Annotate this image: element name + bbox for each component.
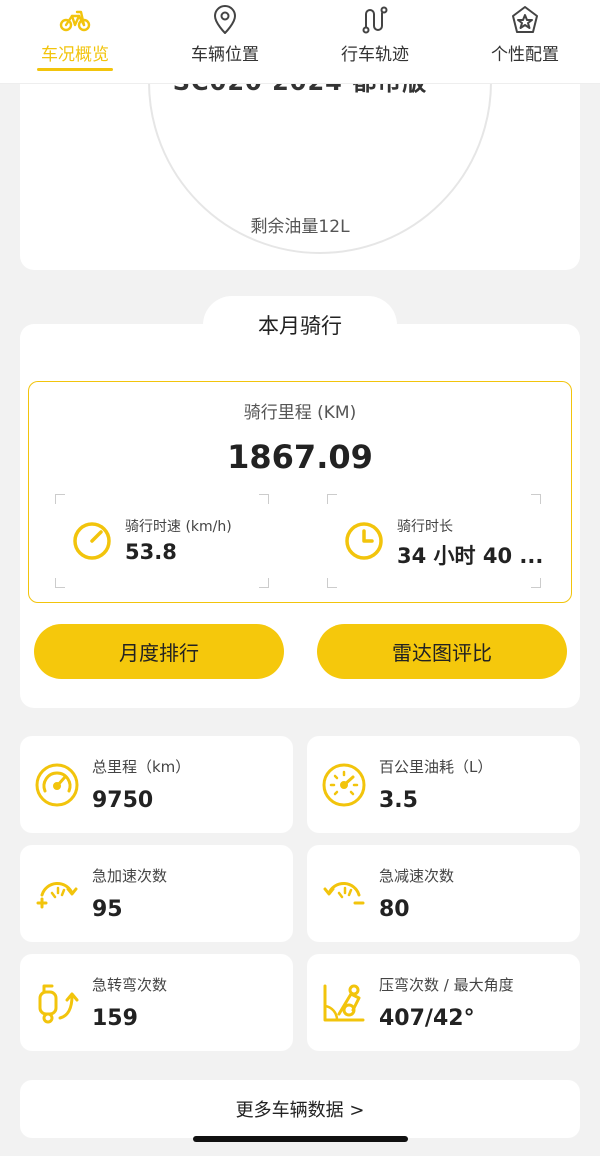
tab-label: 个性配置 [491,45,559,65]
active-tab-indicator [37,68,113,71]
stat-value: 80 [379,897,410,922]
location-pin-icon [214,5,236,34]
tab-config[interactable]: 个性配置 [450,0,600,83]
tab-label: 车况概览 [41,45,109,65]
stat-label: 压弯次数 / 最大角度 [379,976,514,994]
tab-label: 车辆位置 [191,45,259,65]
fuel-gauge-icon [322,763,366,807]
radar-chart-button[interactable]: 雷达图评比 [317,624,567,679]
lean-angle-card[interactable]: 压弯次数 / 最大角度 407/42° [307,954,580,1051]
deceleration-icon [323,882,365,905]
remaining-fuel-text: 剩余油量12L [250,217,350,237]
stat-value: 95 [92,897,123,922]
stat-value: 3.5 [379,788,418,813]
total-mileage-card[interactable]: 总里程（km） 9750 [20,736,293,833]
fuel-consumption-card[interactable]: 百公里油耗（L） 3.5 [307,736,580,833]
stat-label: 百公里油耗（L） [379,758,493,776]
stat-label: 急减速次数 [379,867,455,885]
hard-braking-card[interactable]: 急减速次数 80 [307,845,580,942]
riding-duration-value: 34 小时 40 ... [397,544,544,568]
riding-duration-stat: 骑行时长 34 小时 40 ... [327,494,544,588]
riding-distance-value: 1867.09 [227,438,373,476]
monthly-riding-title: 本月骑行 [203,296,397,354]
riding-speed-stat: 骑行时速 (km/h) 53.8 [55,494,269,588]
stat-label: 急加速次数 [92,867,168,885]
speedometer-icon [73,522,111,560]
stat-value: 407/42° [379,1006,475,1031]
tab-overview[interactable]: 车况概览 [0,0,150,83]
riding-distance-box: 骑行里程 (KM) 1867.09 骑行时速 (km/h) 53.8 骑行时长 … [28,381,572,603]
sharp-turn-card[interactable]: 急转弯次数 159 [20,954,293,1051]
monthly-ranking-button[interactable]: 月度排行 [34,624,284,679]
star-badge-icon [512,6,538,33]
top-tab-bar: 车况概览 车辆位置 行车轨迹 个性配置 [0,0,600,84]
tab-track[interactable]: 行车轨迹 [300,0,450,83]
stat-value: 159 [92,1006,138,1031]
route-icon [362,6,388,34]
motorcycle-icon [59,10,91,32]
home-indicator[interactable] [193,1136,408,1142]
stat-label: 总里程（km） [92,758,191,776]
riding-distance-label: 骑行里程 (KM) [243,403,357,423]
clock-icon [345,522,383,560]
lean-angle-icon [323,984,365,1022]
stat-label: 急转弯次数 [92,976,168,994]
tab-location[interactable]: 车辆位置 [150,0,300,83]
overview-card: SC020 2024 都市版 剩余油量12L [20,60,580,270]
odometer-icon [35,763,79,807]
sharp-turn-icon [38,984,79,1024]
tab-label: 行车轨迹 [341,45,409,65]
more-vehicle-data-link[interactable]: 更多车辆数据 > [20,1080,580,1138]
riding-duration-label: 骑行时长 [397,519,453,535]
acceleration-icon [36,882,78,909]
riding-speed-value: 53.8 [125,540,177,564]
stat-value: 9750 [92,788,154,813]
riding-speed-label: 骑行时速 (km/h) [125,519,232,535]
hard-acceleration-card[interactable]: 急加速次数 95 [20,845,293,942]
